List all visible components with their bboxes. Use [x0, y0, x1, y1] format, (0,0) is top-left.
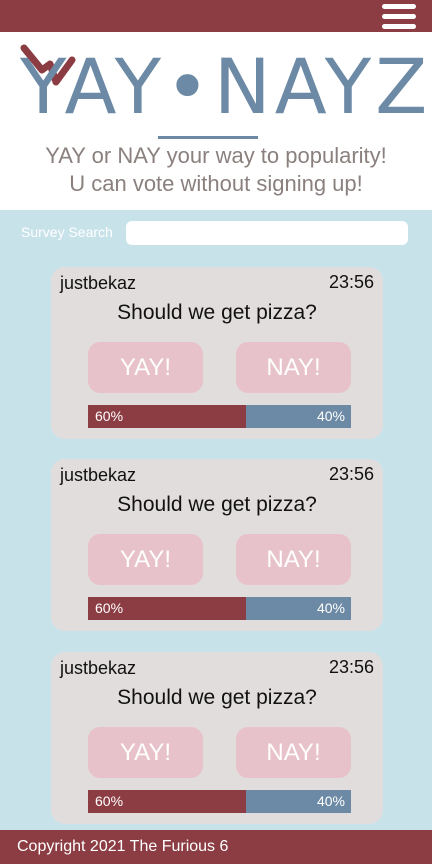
vote-result-bar: 60% 40%: [88, 405, 351, 428]
top-bar: [0, 0, 432, 32]
logo-wordmark: YAY•NAYZ: [20, 42, 432, 131]
yay-percentage-fill: 60%: [88, 405, 246, 428]
hamburger-menu-icon[interactable]: [382, 4, 416, 30]
survey-search-row: Survey Search: [0, 218, 432, 248]
survey-author[interactable]: justbekaz: [60, 273, 136, 294]
yay-percentage-fill: 60%: [88, 790, 246, 813]
yay-button[interactable]: YAY!: [88, 342, 203, 393]
survey-author[interactable]: justbekaz: [60, 465, 136, 486]
yay-button[interactable]: YAY!: [88, 534, 203, 585]
menu-line: [382, 24, 416, 29]
survey-question: Should we get pizza?: [117, 686, 317, 709]
survey-author[interactable]: justbekaz: [60, 658, 136, 679]
nay-button[interactable]: NAY!: [236, 727, 351, 778]
hero-banner: YAY•NAYZ YAY or NAY your way to populari…: [0, 32, 432, 210]
survey-card: justbekaz 23:56 Should we get pizza? YAY…: [51, 267, 383, 439]
survey-card: justbekaz 23:56 Should we get pizza? YAY…: [51, 652, 383, 824]
survey-time: 23:56: [328, 272, 374, 292]
nay-percentage-fill: 40%: [245, 597, 351, 620]
survey-card: justbekaz 23:56 Should we get pizza? YAY…: [51, 459, 383, 631]
menu-line: [382, 4, 416, 9]
tagline-line-1: YAY or NAY your way to popularity!: [45, 143, 387, 168]
survey-search-label: Survey Search: [21, 224, 113, 240]
tagline-line-2: U can vote without signing up!: [69, 171, 363, 196]
vote-result-bar: 60% 40%: [88, 597, 351, 620]
survey-time: 23:56: [328, 657, 374, 677]
nay-percentage-fill: 40%: [245, 405, 351, 428]
nay-percentage-fill: 40%: [245, 790, 351, 813]
nay-button[interactable]: NAY!: [236, 534, 351, 585]
survey-search-input[interactable]: [126, 221, 408, 245]
vote-result-bar: 60% 40%: [88, 790, 351, 813]
footer: Copyright 2021 The Furious 6: [0, 830, 432, 864]
yay-percentage-fill: 60%: [88, 597, 246, 620]
survey-question: Should we get pizza?: [117, 301, 317, 324]
survey-time: 23:56: [328, 464, 374, 484]
nay-button[interactable]: NAY!: [236, 342, 351, 393]
tagline: YAY or NAY your way to popularity! U can…: [0, 142, 432, 198]
app-logo: YAY•NAYZ: [20, 42, 432, 142]
copyright-text: Copyright 2021 The Furious 6: [17, 838, 229, 855]
yay-button[interactable]: YAY!: [88, 727, 203, 778]
survey-question: Should we get pizza?: [117, 493, 317, 516]
menu-line: [382, 14, 416, 19]
